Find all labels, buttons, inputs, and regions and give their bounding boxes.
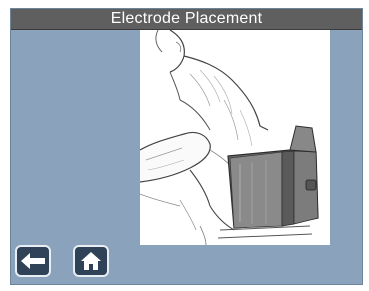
device-screen: Electrode Placement — [0, 0, 369, 291]
electrode-pad-graphic — [227, 125, 319, 229]
back-button[interactable] — [15, 245, 51, 277]
home-button[interactable] — [73, 245, 109, 277]
home-icon — [80, 251, 102, 271]
electrode-placement-illustration — [140, 30, 330, 245]
page-title: Electrode Placement — [11, 9, 362, 30]
back-outline — [183, 55, 269, 131]
head-outline — [169, 30, 185, 73]
arrow-left-icon — [20, 252, 46, 270]
arm-outline — [140, 131, 211, 183]
display-panel: Electrode Placement — [10, 8, 363, 285]
